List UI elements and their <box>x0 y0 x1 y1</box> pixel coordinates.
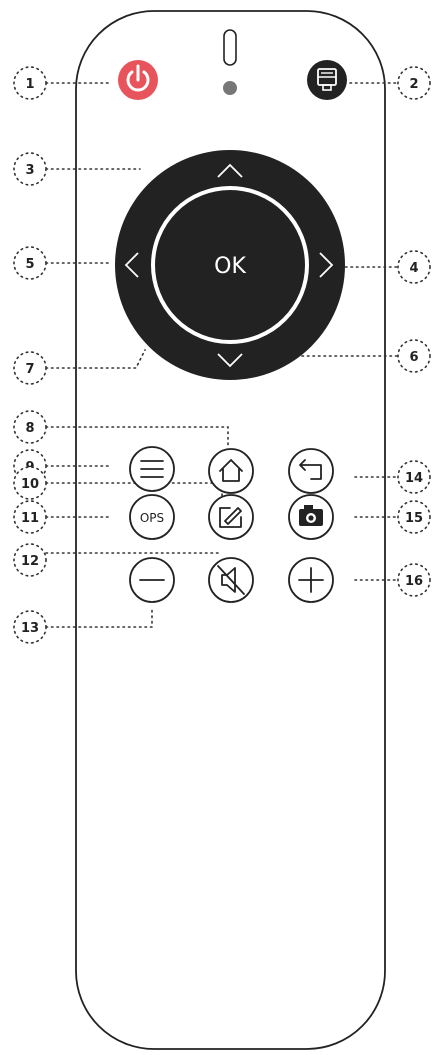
callout-13: 13 <box>13 610 47 644</box>
svg-text:7: 7 <box>25 362 34 377</box>
callout-10: 10 <box>13 466 47 500</box>
ops-button[interactable]: OPS <box>129 494 175 540</box>
back-button[interactable] <box>288 448 334 494</box>
svg-text:2: 2 <box>409 77 418 92</box>
mute-button[interactable] <box>208 557 254 603</box>
callout-5: 5 <box>13 246 47 280</box>
svg-text:3: 3 <box>25 163 34 178</box>
input-source-button[interactable] <box>307 60 347 100</box>
callout-14: 14 <box>397 460 431 494</box>
annotate-button[interactable] <box>208 494 254 540</box>
callout-8: 8 <box>13 410 47 444</box>
screenshot-button[interactable] <box>288 494 334 540</box>
ops-label: OPS <box>140 511 164 525</box>
home-button[interactable] <box>208 448 254 494</box>
callout-16: 16 <box>397 563 431 597</box>
svg-text:8: 8 <box>25 421 34 436</box>
callout-11: 11 <box>13 500 47 534</box>
svg-text:5: 5 <box>25 257 34 272</box>
ok-button[interactable]: OK <box>214 254 246 279</box>
svg-text:11: 11 <box>21 511 39 526</box>
svg-text:1: 1 <box>25 77 34 92</box>
callout-7: 7 <box>13 351 47 385</box>
svg-text:14: 14 <box>405 471 423 486</box>
svg-text:10: 10 <box>21 477 39 492</box>
status-led <box>223 81 237 95</box>
svg-text:13: 13 <box>21 621 39 636</box>
svg-text:4: 4 <box>409 261 418 276</box>
menu-button[interactable] <box>129 446 175 492</box>
volume-down-button[interactable] <box>129 557 175 603</box>
svg-text:15: 15 <box>405 511 423 526</box>
callout-6: 6 <box>397 339 431 373</box>
callout-1: 1 <box>13 66 47 100</box>
volume-up-button[interactable] <box>288 557 334 603</box>
callout-4: 4 <box>397 250 431 284</box>
svg-text:6: 6 <box>409 350 418 365</box>
power-button[interactable] <box>118 60 158 100</box>
callout-15: 15 <box>397 500 431 534</box>
callout-2: 2 <box>397 66 431 100</box>
callout-12: 12 <box>13 543 47 577</box>
svg-text:16: 16 <box>405 574 423 589</box>
svg-text:12: 12 <box>21 554 39 569</box>
callout-3: 3 <box>13 152 47 186</box>
